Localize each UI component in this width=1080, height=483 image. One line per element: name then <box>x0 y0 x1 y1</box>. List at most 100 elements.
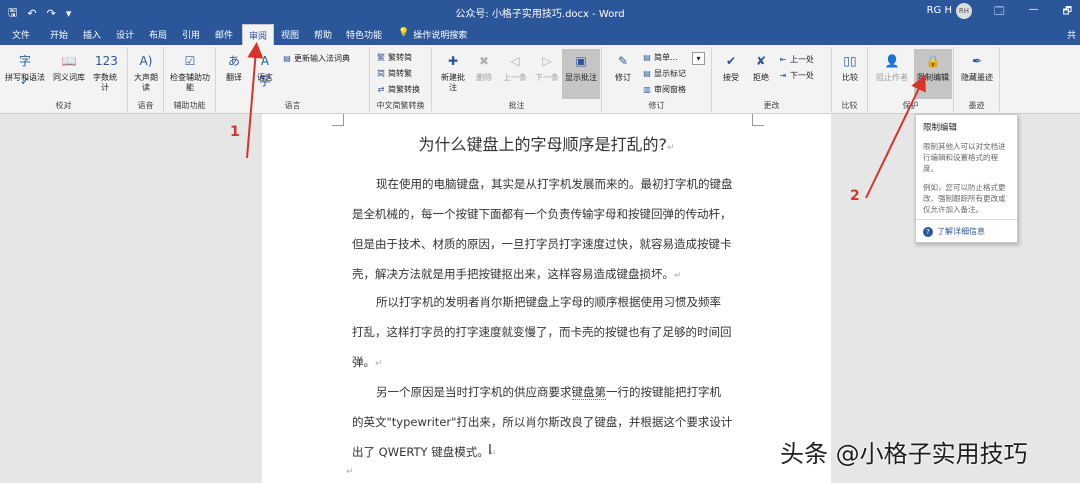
group-label: 语言 <box>284 101 301 110</box>
translate-icon: あ <box>227 54 240 68</box>
tell-me-label: 操作说明搜索 <box>413 31 468 41</box>
window-controls: 🗔 — 🗗 <box>994 4 1072 21</box>
learn-more-link[interactable]: ? 了解详细信息 <box>923 226 985 237</box>
group-accessibility: ☑ 检查辅助功能 辅助功能 <box>164 47 216 112</box>
tab-design[interactable]: 设计 <box>116 28 134 41</box>
check-accessibility-button[interactable]: ☑ 检查辅助功能 <box>168 51 212 93</box>
ribbon-display-options-icon[interactable]: 🗔 <box>994 4 1005 21</box>
group-label: 辅助功能 <box>173 101 206 110</box>
ribbon: 字✓ 拼写和语法 📖 同义词库 123 字数统计 校对 A) 大声朗读 语音 ☑… <box>0 45 1080 114</box>
markup-dropdown-arrow-icon[interactable]: ▾ <box>692 52 705 65</box>
word-count-icon: 123 <box>95 54 118 68</box>
tab-references[interactable]: 引用 <box>182 28 200 41</box>
simplified-to-traditional-button[interactable]: 简 简转繁 <box>376 68 412 79</box>
tooltip-title: 限制编辑 <box>923 123 958 133</box>
document-heading[interactable]: 为什么键盘上的字母顺序是打乱的?↵ <box>262 131 831 155</box>
thesaurus-button[interactable]: 📖 同义词库 <box>50 51 88 83</box>
markup-display-dropdown[interactable]: ▤ 简单... <box>642 52 677 63</box>
tab-home[interactable]: 开始 <box>50 28 68 41</box>
group-label: 保护 <box>902 101 919 110</box>
group-compare: ▯▯ 比较 比较 <box>832 47 868 112</box>
spelling-grammar-button[interactable]: 字✓ 拼写和语法 <box>4 51 46 88</box>
margin-corner-mark <box>752 114 764 126</box>
tab-mailings[interactable]: 邮件 <box>215 28 233 41</box>
group-label: 更改 <box>763 101 780 110</box>
update-ime-dictionary-button[interactable]: ▤ 更新输入法词典 <box>282 53 350 64</box>
group-label: 语音 <box>137 101 154 110</box>
show-markup-button[interactable]: ▤ 显示标记 <box>642 68 686 79</box>
track-changes-icon: ✎ <box>617 54 629 68</box>
compare-button[interactable]: ▯▯ 比较 <box>837 51 863 83</box>
read-aloud-icon: A) <box>139 54 153 68</box>
language-icon: A字 <box>258 54 271 88</box>
next-change-icon: ⇥ <box>779 70 787 80</box>
group-changes: ✔ 接受 ✘ 拒绝 ⇤ 上一处 ⇥ 下一处 更改 <box>712 47 832 112</box>
accept-button[interactable]: ✔ 接受 <box>718 51 744 83</box>
annotation-number-2: 2 <box>850 188 860 204</box>
lightbulb-icon: 💡 <box>398 28 410 38</box>
tab-view[interactable]: 视图 <box>281 28 299 41</box>
traditional-to-simplified-button[interactable]: 繁 繁转简 <box>376 52 412 63</box>
spellcheck-underline: 键盘第 <box>571 385 606 400</box>
show-comments-button[interactable]: ▣ 显示批注 <box>562 49 600 99</box>
previous-comment-button[interactable]: ◁ 上一条 <box>500 51 530 83</box>
next-comment-button[interactable]: ▷ 下一条 <box>532 51 562 83</box>
chinese-conversion-button[interactable]: ⇄ 简繁转换 <box>376 84 420 95</box>
tab-help[interactable]: 帮助 <box>314 28 332 41</box>
restrict-editing-button[interactable]: 🔒 限制编辑 <box>914 49 952 99</box>
user-name[interactable]: RG H <box>927 5 952 16</box>
group-label: 修订 <box>648 101 665 110</box>
margin-corner-mark <box>332 114 344 126</box>
simp-to-trad-icon: 简 <box>377 68 385 78</box>
paragraph-mark: ↵ <box>346 467 354 477</box>
new-comment-button[interactable]: ✚ 新建批注 <box>440 51 466 93</box>
delete-comment-button[interactable]: ✖ 删除 <box>472 51 496 83</box>
next-change-button[interactable]: ⇥ 下一处 <box>778 70 814 81</box>
tab-insert[interactable]: 插入 <box>83 28 101 41</box>
next-comment-icon: ▷ <box>542 54 552 68</box>
reject-icon: ✘ <box>755 54 767 68</box>
language-button[interactable]: A字 语言 <box>252 51 278 88</box>
watermark: 头条 @小格子实用技巧 <box>780 440 1028 468</box>
tell-me-search[interactable]: 💡 操作说明搜索 <box>398 28 467 41</box>
translate-button[interactable]: あ 翻译 <box>222 51 246 83</box>
accessibility-check-icon: ☑ <box>184 54 196 68</box>
thesaurus-icon: 📖 <box>61 54 77 68</box>
track-changes-button[interactable]: ✎ 修订 <box>610 51 636 83</box>
tab-review[interactable]: 审阅 <box>242 24 275 45</box>
delete-comment-icon: ✖ <box>478 54 490 68</box>
tab-layout[interactable]: 布局 <box>149 28 167 41</box>
group-label: 校对 <box>55 101 72 110</box>
new-comment-icon: ✚ <box>447 54 459 68</box>
paragraph-1[interactable]: 现在使用的电脑键盘，其实是从打字机发展而来的。最初打字机的键盘 是全机械的，每一… <box>352 169 742 291</box>
accept-icon: ✔ <box>725 54 737 68</box>
group-label: 批注 <box>508 101 525 110</box>
block-authors-button[interactable]: 👤 阻止作者 <box>874 51 910 83</box>
share-button[interactable]: 共 <box>1067 28 1076 41</box>
window-title: 公众号: 小格子实用技巧.docx - Word <box>455 9 625 20</box>
reviewing-pane-button[interactable]: ▥ 审阅窗格 <box>642 84 686 95</box>
previous-change-button[interactable]: ⇤ 上一处 <box>778 54 814 65</box>
block-authors-icon: 👤 <box>884 54 900 68</box>
group-tracking: ✎ 修订 ▤ 简单... ▾ ▤ 显示标记 ▥ 审阅窗格 修订 <box>602 47 712 112</box>
word-count-button[interactable]: 123 字数统计 <box>92 51 118 93</box>
tab-special-features[interactable]: 特色功能 <box>346 28 382 41</box>
previous-change-icon: ⇤ <box>779 54 787 64</box>
group-language: あ 翻译 A字 语言 ▤ 更新输入法词典 语言 <box>216 47 370 112</box>
restore-icon[interactable]: 🗗 <box>1063 4 1072 21</box>
restrict-editing-tooltip: 限制编辑 限制其他人可以对文档进行编辑和设置格式的程度。 例如，您可以防止格式更… <box>915 114 1018 243</box>
text-cursor-icon: I <box>488 443 492 458</box>
markup-icon: ▤ <box>643 52 651 62</box>
reject-button[interactable]: ✘ 拒绝 <box>748 51 774 83</box>
paragraph-2[interactable]: 所以打字机的发明者肖尔斯把键盘上字母的顺序根据使用习惯及频率 打乱，这样打字员的… <box>352 287 742 379</box>
tab-file[interactable]: 文件 <box>12 28 30 41</box>
read-aloud-button[interactable]: A) 大声朗读 <box>132 51 160 93</box>
minimize-icon[interactable]: — <box>1029 4 1039 21</box>
tooltip-divider <box>916 219 1017 220</box>
paragraph-3[interactable]: 另一个原因是当时打字机的供应商要求键盘第一行的按键能把打字机 的英文"typew… <box>352 377 742 469</box>
avatar[interactable]: RH <box>956 3 972 19</box>
show-comments-icon: ▣ <box>575 54 587 68</box>
dictionary-icon: ▤ <box>283 53 291 63</box>
annotation-number-1: 1 <box>230 124 240 140</box>
hide-ink-button[interactable]: ✒ 隐藏墨迹 <box>960 51 994 83</box>
